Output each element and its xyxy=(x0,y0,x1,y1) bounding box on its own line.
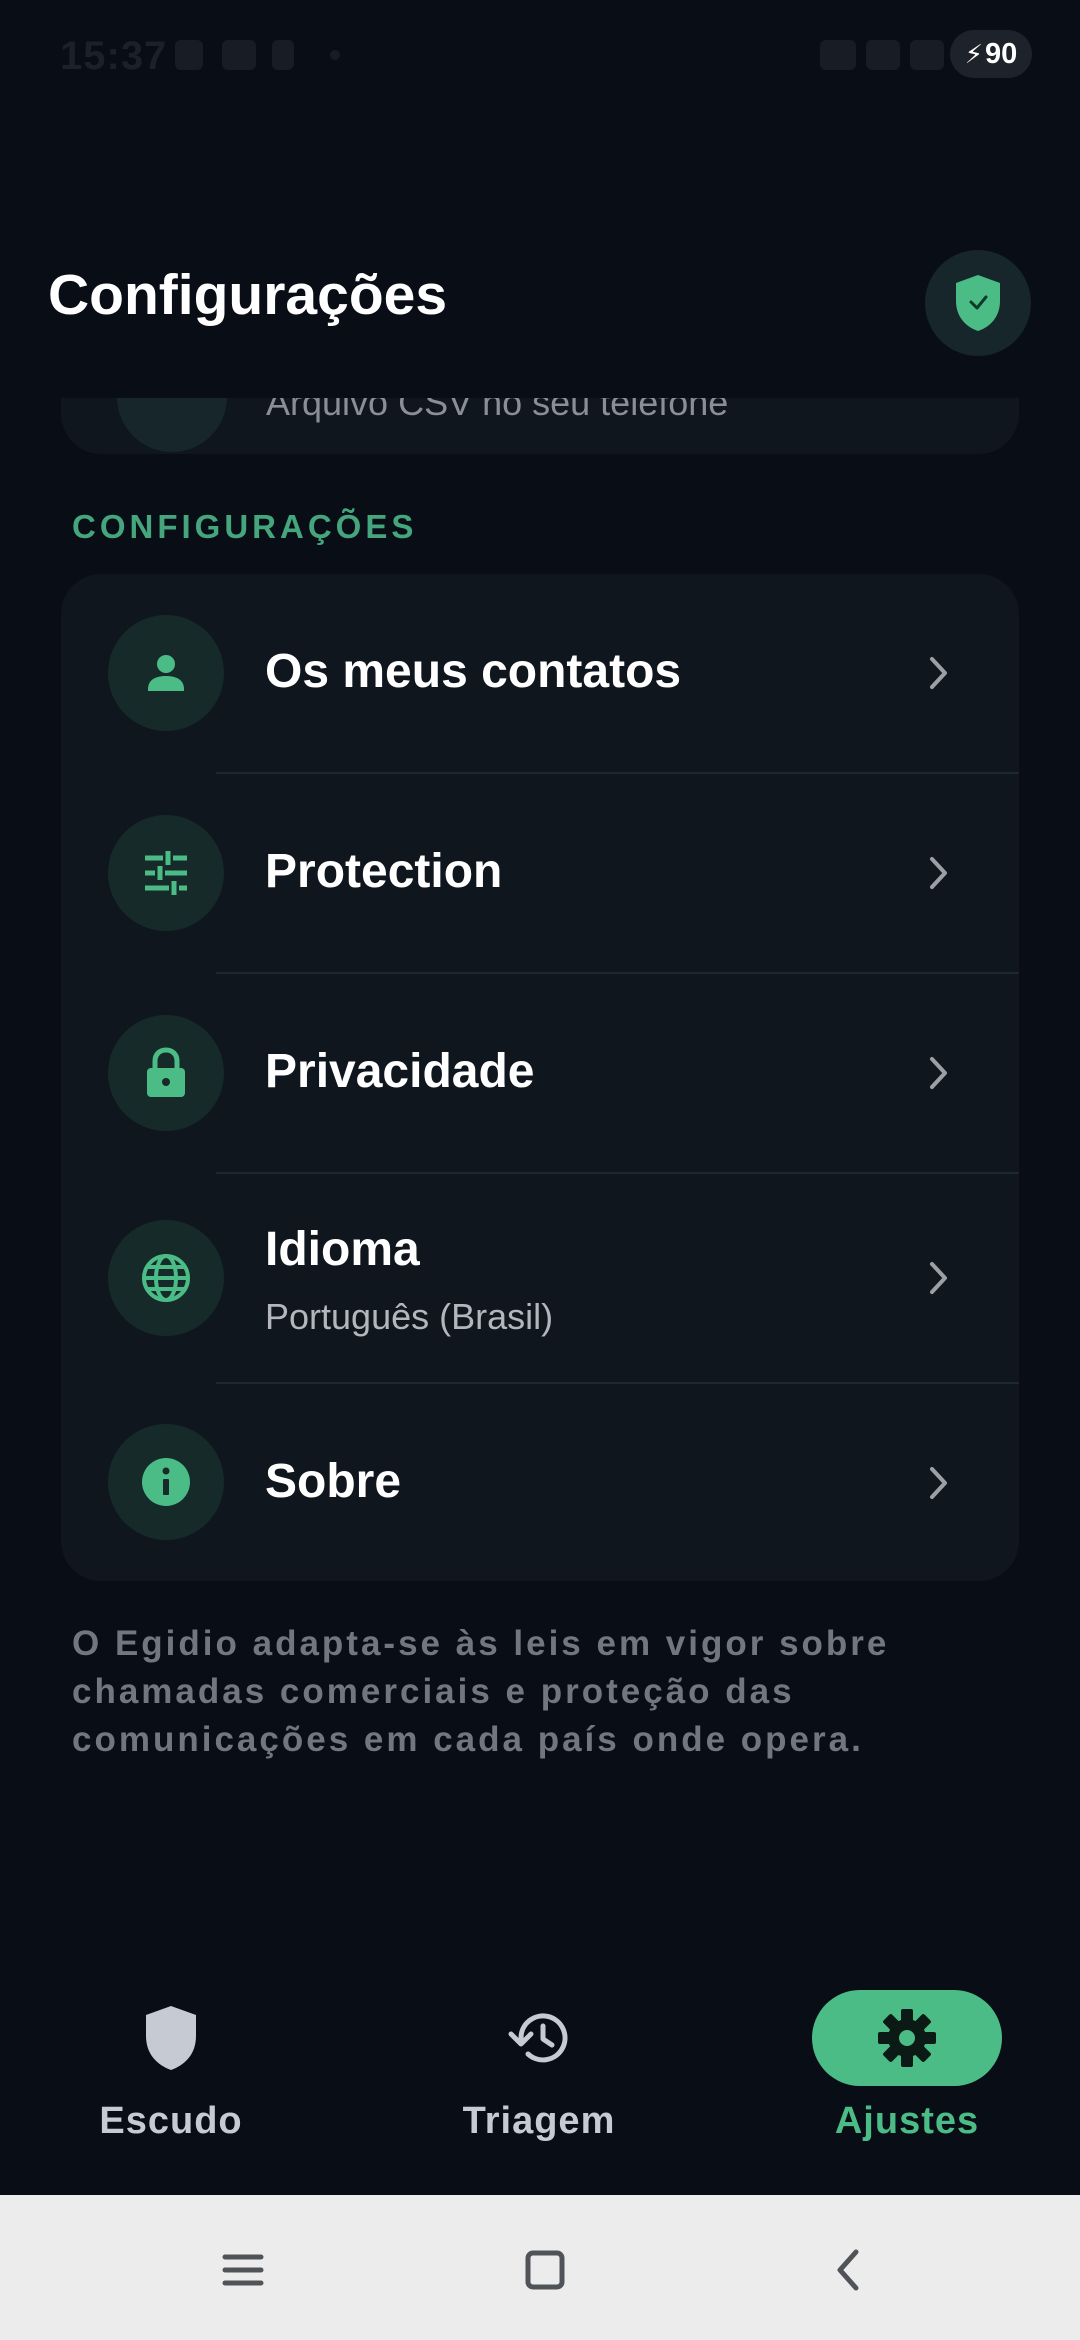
status-bar: 15:37 ⚡ 90 xyxy=(0,0,1080,110)
charging-icon: ⚡ xyxy=(964,38,983,69)
legal-note: O Egidio adapta-se às leis em vigor sobr… xyxy=(72,1624,890,1759)
export-card[interactable]: Arquivo CSV no seu telefone xyxy=(61,398,1019,454)
settings-item-sublabel: Português (Brasil) xyxy=(265,1296,554,1337)
usb-icon xyxy=(272,40,294,70)
gear-icon xyxy=(878,2009,936,2067)
row-icon-circle xyxy=(108,1220,224,1336)
settings-item-about[interactable]: Sobre xyxy=(61,1384,1019,1581)
chevron-right-icon xyxy=(919,1053,959,1093)
notification-dot-icon xyxy=(330,50,340,60)
signal-wifi-icon xyxy=(866,40,900,70)
settings-item-contacts[interactable]: Os meus contatos xyxy=(61,574,1019,773)
menu-icon xyxy=(222,2254,264,2286)
person-icon xyxy=(148,655,184,691)
row-icon-circle xyxy=(108,1015,224,1131)
lock-icon xyxy=(147,1047,185,1097)
settings-item-label: Protection xyxy=(265,845,503,898)
nav-tab-ajustes[interactable]: Ajustes xyxy=(787,1990,1027,2160)
status-time: 15:37 xyxy=(60,34,168,78)
settings-item-label: Sobre xyxy=(265,1455,402,1508)
settings-item-language[interactable]: Idioma Português (Brasil) xyxy=(61,1174,1019,1383)
settings-screen: 15:37 ⚡ 90 Configurações Arquivo CSV no … xyxy=(0,0,1080,2340)
nav-label: Escudo xyxy=(99,2100,243,2142)
settings-item-label: Os meus contatos xyxy=(265,645,682,698)
settings-item-label: Privacidade xyxy=(265,1045,535,1098)
settings-list: Os meus contatos Protection Privacidade … xyxy=(61,574,1019,1581)
battery-indicator: ⚡ 90 xyxy=(950,30,1032,78)
battery-level: 90 xyxy=(985,37,1018,70)
chevron-right-icon xyxy=(919,853,959,893)
back-chevron-icon xyxy=(837,2249,859,2291)
settings-item-label: Idioma xyxy=(265,1223,420,1276)
screenshot-icon xyxy=(222,40,256,70)
nav-tab-escudo[interactable]: Escudo xyxy=(51,1990,291,2160)
location-icon xyxy=(175,40,203,70)
square-icon xyxy=(525,2250,565,2290)
page-title: Configurações xyxy=(48,263,448,327)
back-button[interactable] xyxy=(803,2225,893,2315)
nav-label: Ajustes xyxy=(834,2100,980,2142)
export-icon xyxy=(117,398,227,452)
signal-bars-icon xyxy=(910,40,944,70)
shield-check-icon xyxy=(956,275,1000,331)
history-icon xyxy=(508,2013,568,2063)
nav-pill xyxy=(76,1990,266,2086)
system-navigation-bar xyxy=(0,2195,1080,2340)
headset-icon xyxy=(820,40,856,70)
shield-icon xyxy=(146,2006,196,2070)
home-button[interactable] xyxy=(500,2225,590,2315)
export-subtitle: Arquivo CSV no seu telefone xyxy=(266,398,729,423)
settings-item-protection[interactable]: Protection xyxy=(61,774,1019,973)
settings-item-privacy[interactable]: Privacidade xyxy=(61,974,1019,1173)
protection-status-badge[interactable] xyxy=(925,250,1031,356)
row-icon-circle xyxy=(108,815,224,931)
row-icon-circle xyxy=(108,615,224,731)
nav-label: Triagem xyxy=(462,2100,616,2142)
nav-tab-triagem[interactable]: Triagem xyxy=(419,1990,659,2160)
globe-icon xyxy=(142,1254,190,1302)
chevron-right-icon xyxy=(919,653,959,693)
nav-pill-active xyxy=(812,1990,1002,2086)
recent-apps-button[interactable] xyxy=(198,2225,288,2315)
section-label: CONFIGURAÇÕES xyxy=(72,508,418,545)
info-icon xyxy=(142,1458,190,1506)
sliders-icon xyxy=(145,851,187,895)
chevron-right-icon xyxy=(919,1463,959,1503)
nav-pill xyxy=(444,1990,634,2086)
row-icon-circle xyxy=(108,1424,224,1540)
chevron-right-icon xyxy=(919,1258,959,1298)
